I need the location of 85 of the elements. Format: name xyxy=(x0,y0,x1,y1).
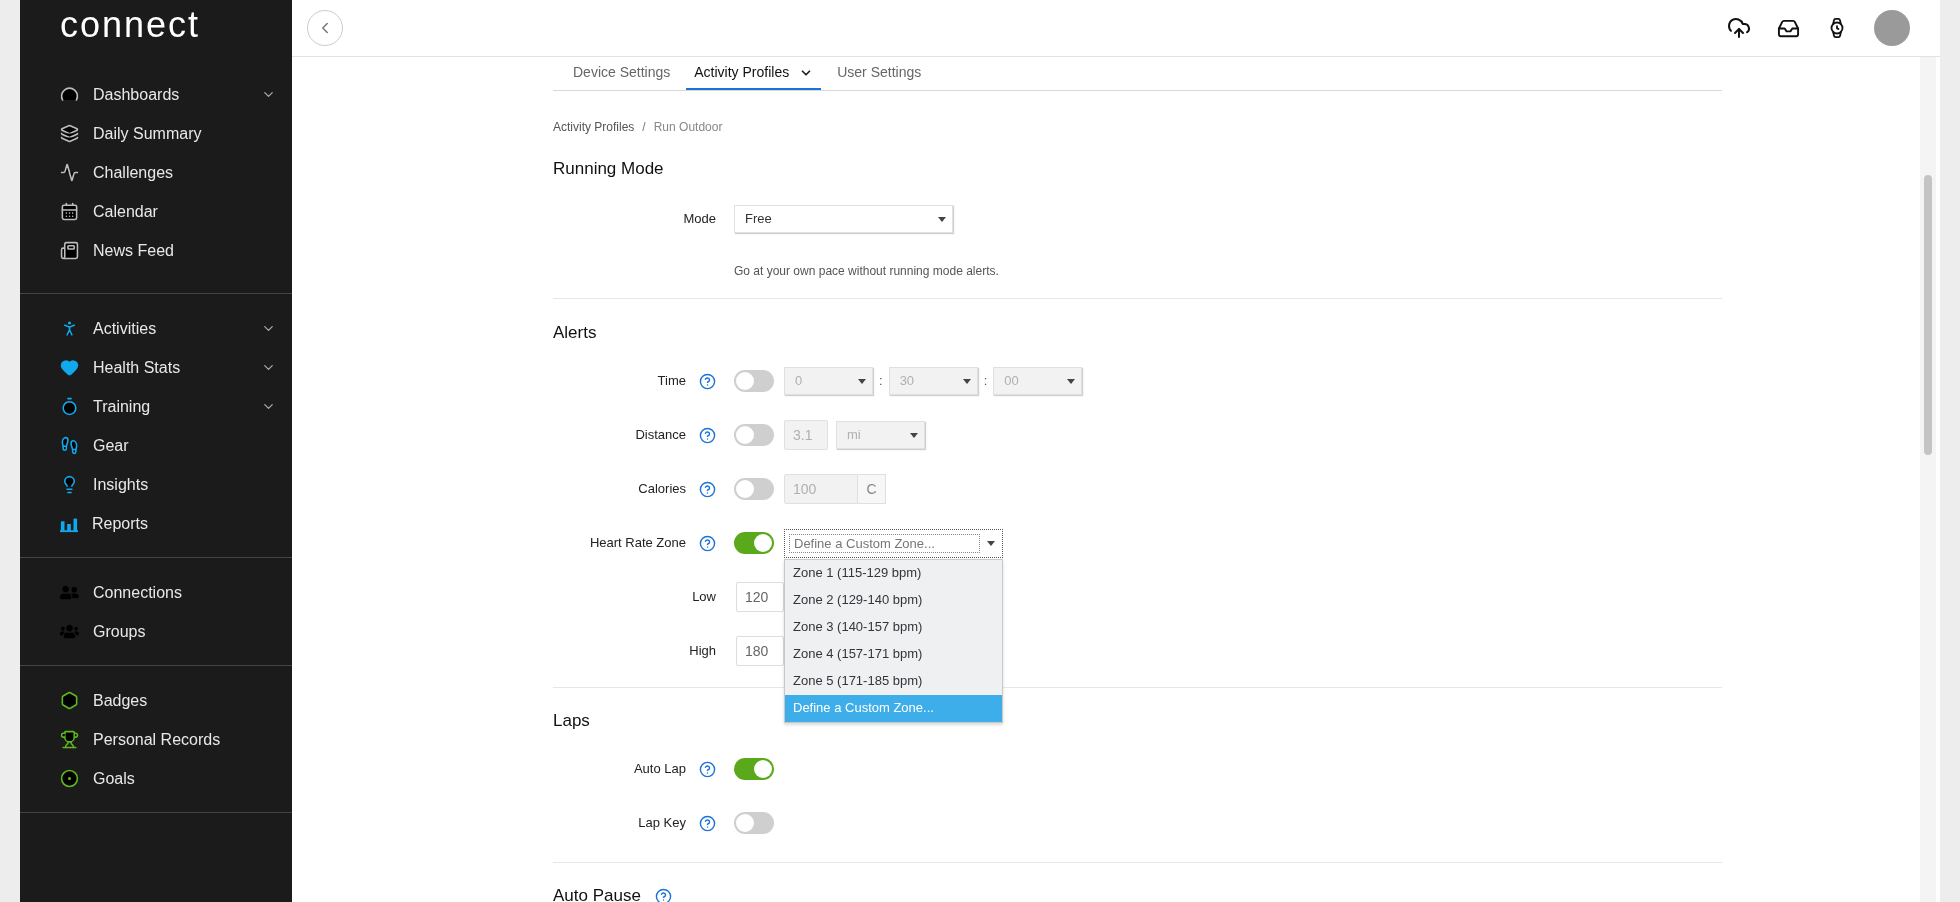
field-label: Auto Lap xyxy=(633,760,686,779)
help-icon[interactable] xyxy=(699,480,716,498)
caret-icon xyxy=(987,540,995,546)
breadcrumb-separator: / xyxy=(642,119,646,136)
nav-item[interactable]: Goals xyxy=(20,759,292,798)
caret-icon xyxy=(962,378,971,384)
toggle-switch[interactable] xyxy=(734,370,774,392)
scrollbar[interactable] xyxy=(1920,57,1936,902)
heart-icon xyxy=(60,358,79,377)
nav-item[interactable]: Personal Records xyxy=(20,720,292,759)
nav-item[interactable]: Health Stats xyxy=(20,348,292,387)
select-value: Define a Custom Zone... xyxy=(789,533,980,553)
dropdown-option[interactable]: Zone 5 (171-185 bpm) xyxy=(785,667,1002,695)
help-icon[interactable] xyxy=(699,426,716,444)
toggle-switch[interactable] xyxy=(734,532,774,554)
field-label: High xyxy=(689,642,716,661)
section-heading: Auto Pause xyxy=(553,885,641,902)
select-field[interactable]: Free xyxy=(734,205,953,233)
tab[interactable]: Activity Profiles xyxy=(686,57,822,90)
footprints-icon xyxy=(60,436,79,455)
field-label: Lap Key xyxy=(638,814,686,833)
tab[interactable]: User Settings xyxy=(829,57,930,90)
field-label: Mode xyxy=(683,210,716,229)
layers-icon xyxy=(60,124,79,143)
avatar[interactable] xyxy=(1874,10,1910,46)
dropdown-option[interactable]: Zone 4 (157-171 bpm) xyxy=(785,640,1002,668)
nav-item[interactable]: Connections xyxy=(20,573,292,612)
target-icon xyxy=(60,769,79,788)
gauge-icon xyxy=(60,85,79,104)
nav-item[interactable]: Training xyxy=(20,387,292,426)
toggle-switch[interactable] xyxy=(734,758,774,780)
tab[interactable]: Device Settings xyxy=(565,57,679,90)
nav-item[interactable]: Badges xyxy=(20,681,292,720)
field-label: Low xyxy=(692,588,716,607)
logo: connect xyxy=(60,6,201,44)
nav-item[interactable]: Challenges xyxy=(20,153,292,192)
help-icon[interactable] xyxy=(699,372,716,390)
zone-select[interactable]: Define a Custom Zone... xyxy=(784,528,1003,558)
caret-icon xyxy=(858,378,866,384)
people-icon xyxy=(60,583,79,602)
help-icon[interactable] xyxy=(654,887,672,902)
help-icon[interactable] xyxy=(699,814,716,832)
section-heading: Running Mode xyxy=(553,158,665,180)
nav-item[interactable]: News Feed xyxy=(20,231,292,270)
calendar-icon xyxy=(60,202,79,221)
newspaper-icon xyxy=(60,241,79,260)
nav-item[interactable]: Groups xyxy=(20,612,292,651)
nav-item[interactable]: Reports xyxy=(20,504,292,543)
mode-description: Go at your own pace without running mode alerts. xyxy=(734,264,999,278)
nav-item[interactable]: Dashboards xyxy=(20,75,292,114)
number-input[interactable]: 180 xyxy=(736,636,784,666)
toggle-switch[interactable] xyxy=(734,478,774,500)
upload-icon[interactable] xyxy=(1727,16,1751,40)
section-heading: Alerts xyxy=(553,322,598,344)
dropdown-option[interactable]: Zone 3 (140-157 bpm) xyxy=(785,613,1002,641)
group-icon xyxy=(60,622,79,641)
trophy-icon xyxy=(60,730,79,749)
field-label: Heart Rate Zone xyxy=(589,534,686,553)
toggle-switch[interactable] xyxy=(734,424,774,446)
help-icon[interactable] xyxy=(699,760,716,778)
zigzag-icon xyxy=(60,163,79,182)
nav-item[interactable]: Activities xyxy=(20,309,292,348)
caret-icon xyxy=(910,432,918,438)
hexagon-icon xyxy=(60,691,79,710)
unit-addon: C xyxy=(858,474,886,504)
dropdown-option[interactable]: Zone 2 (129-140 bpm) xyxy=(785,586,1002,614)
nav-item[interactable]: Gear xyxy=(20,426,292,465)
time-separator: : xyxy=(983,372,988,391)
field-label: Distance xyxy=(635,426,686,445)
field-label: Time xyxy=(657,372,686,391)
nav-item[interactable]: Daily Summary xyxy=(20,114,292,153)
breadcrumb-link[interactable]: Activity Profiles xyxy=(553,118,635,136)
help-icon[interactable] xyxy=(699,534,716,552)
caret-icon xyxy=(1067,378,1076,384)
dropdown-option[interactable]: Zone 1 (115-129 bpm) xyxy=(785,559,1002,587)
time-separator: : xyxy=(879,372,883,391)
nav-item[interactable]: Calendar xyxy=(20,192,292,231)
nav-item[interactable]: Insights xyxy=(20,465,292,504)
section-heading: Laps xyxy=(553,710,591,732)
stopwatch-icon xyxy=(60,397,79,416)
breadcrumb-current: Run Outdoor xyxy=(653,119,723,136)
field-label: Calories xyxy=(638,480,686,499)
number-input[interactable]: 120 xyxy=(736,582,784,612)
toggle-switch[interactable] xyxy=(734,812,774,834)
caret-icon xyxy=(938,216,946,222)
